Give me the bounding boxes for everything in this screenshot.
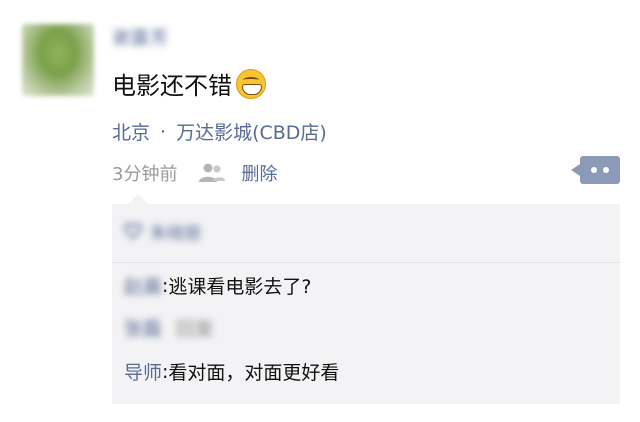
dot-icon xyxy=(603,167,609,173)
likes-row: 朱晓丽 xyxy=(123,216,201,246)
location-place: 万达影城(CBD店) xyxy=(176,122,327,144)
comment-author[interactable]: 张磊 xyxy=(124,314,162,341)
comment-item[interactable]: 张磊 回复 xyxy=(124,314,214,341)
comment-text: 回复 xyxy=(176,318,215,340)
dot-icon xyxy=(591,167,597,173)
comment-panel: 朱晓丽 赵晨 : 逃课看电影去了? 张磊 回复 导师 : 看对面，对面更好看 xyxy=(112,194,620,404)
heart-icon xyxy=(123,223,143,240)
comment-author[interactable]: 赵晨 xyxy=(124,272,162,299)
post-text: 电影还不错 xyxy=(112,72,232,100)
comment-text: 逃课看电影去了? xyxy=(168,276,312,298)
comment-text: 看对面，对面更好看 xyxy=(168,362,340,384)
comment-item[interactable]: 赵晨 : 逃课看电影去了? xyxy=(124,272,312,299)
location-separator: · xyxy=(160,120,167,143)
divider xyxy=(112,262,620,263)
more-actions-button[interactable] xyxy=(571,156,620,184)
post-meta: 3分钟前 删除 xyxy=(112,158,277,188)
grin-emoji-icon xyxy=(236,68,266,99)
people-icon xyxy=(197,161,227,185)
username[interactable]: 谢露芳 xyxy=(112,24,169,50)
location-city: 北京 xyxy=(112,122,151,144)
comment-author[interactable]: 导师 xyxy=(124,358,162,385)
post-content: 电影还不错 xyxy=(112,66,266,101)
comment-item[interactable]: 导师 : 看对面，对面更好看 xyxy=(124,358,339,385)
location-link[interactable]: 北京 · 万达影城(CBD店) xyxy=(112,118,327,145)
likes-names[interactable]: 朱晓丽 xyxy=(150,219,201,244)
post-time: 3分钟前 xyxy=(112,164,178,185)
avatar[interactable] xyxy=(22,24,94,96)
delete-button[interactable]: 删除 xyxy=(241,160,277,186)
